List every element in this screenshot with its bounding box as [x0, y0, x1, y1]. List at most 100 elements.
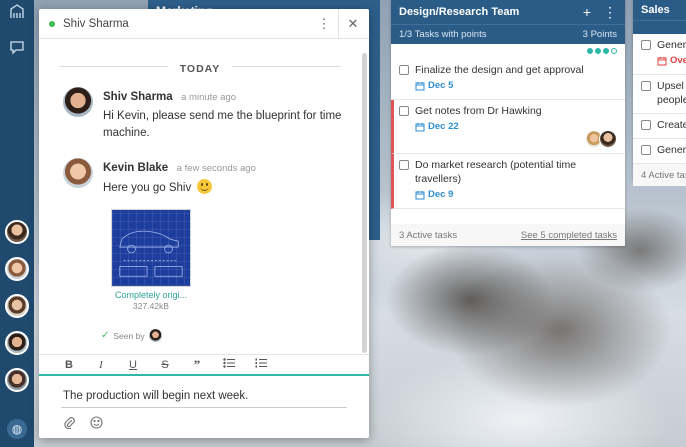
column-header: Design/Research Team + ⋮: [391, 0, 625, 24]
underline-button[interactable]: U: [127, 359, 139, 371]
task-title-line2: people: [657, 94, 686, 106]
message-text: Here you go Shiv: [103, 182, 192, 194]
progress-dot: [595, 48, 601, 54]
task-title: Finalize the design and get approval: [415, 64, 584, 76]
day-separator-label: TODAY: [167, 63, 233, 75]
check-icon: ✓: [101, 330, 110, 341]
task-assignees: [585, 130, 617, 148]
italic-button[interactable]: I: [95, 359, 107, 371]
due-date-label: Dec 9: [428, 189, 454, 200]
column-summary: 1/3 Tasks with points 3 Points: [391, 24, 625, 44]
task-card[interactable]: Gener Ove: [633, 34, 686, 75]
task-title: Get notes from Dr Hawking: [415, 105, 542, 117]
more-vertical-icon[interactable]: ⋮: [603, 4, 617, 21]
avatar[interactable]: [5, 331, 29, 355]
calendar-icon: [415, 123, 425, 132]
due-date-label: Dec 5: [428, 80, 454, 91]
task-checkbox[interactable]: [641, 40, 651, 50]
chat-window: Shiv Sharma ⋮ ✕ TODAY Shiv Sharma a minu…: [39, 8, 369, 438]
active-tasks-count: 4 Active tasks: [641, 169, 686, 181]
seen-label: Seen by: [113, 330, 145, 341]
column-title: Design/Research Team: [399, 6, 520, 18]
task-checkbox[interactable]: [399, 160, 409, 170]
avatar[interactable]: [5, 294, 29, 318]
file-name-link[interactable]: Completely origi...: [111, 290, 191, 300]
blueprint-thumbnail[interactable]: [111, 209, 191, 287]
task-checkbox[interactable]: [399, 65, 409, 75]
column-footer: 4 Active tasks: [633, 164, 686, 186]
task-checkbox[interactable]: [641, 120, 651, 130]
task-card[interactable]: Gener: [633, 139, 686, 164]
composer-actions: [39, 408, 369, 432]
left-rail: ◍: [0, 0, 34, 447]
message-list: TODAY Shiv Sharma a minute ago Hi Kevin,…: [39, 39, 361, 354]
message: Kevin Blake a few seconds ago Here you g…: [39, 158, 361, 197]
chat-bubble-icon[interactable]: [8, 38, 26, 56]
calendar-icon: [415, 191, 425, 200]
file-size: 327.42kB: [133, 301, 169, 311]
task-due-date: Ove: [657, 54, 686, 68]
avatar[interactable]: [63, 158, 93, 188]
design-research-column: Design/Research Team + ⋮ 1/3 Tasks with …: [391, 0, 625, 246]
column-title: Sales: [641, 4, 670, 16]
task-title: Create: [657, 119, 686, 131]
emoji-picker-icon[interactable]: [90, 416, 103, 432]
smile-emoji-icon: [197, 179, 213, 194]
chat-title: Shiv Sharma: [63, 17, 129, 30]
day-separator: TODAY: [59, 59, 341, 75]
avatar[interactable]: [5, 220, 29, 244]
progress-dot: [587, 48, 593, 54]
tasks-with-points: 1/3 Tasks with points: [399, 29, 487, 40]
task-card[interactable]: Do market research (potential time trave…: [391, 154, 625, 209]
numbered-list-icon[interactable]: [255, 358, 267, 371]
active-tasks-count: 3 Active tasks: [399, 229, 458, 241]
more-vertical-icon[interactable]: ⋮: [314, 16, 334, 32]
avatar: [148, 329, 162, 342]
progress-dots: [391, 44, 625, 59]
task-title: Gener: [657, 144, 686, 156]
bullet-list-icon[interactable]: [223, 358, 235, 371]
task-card[interactable]: Upsel people: [633, 75, 686, 114]
message-composer: B I U S ”: [39, 354, 369, 438]
quote-button[interactable]: ”: [191, 357, 203, 373]
attachment-icon[interactable]: [63, 416, 76, 432]
message-time: a few seconds ago: [176, 163, 256, 174]
calendar-icon: [415, 82, 425, 91]
message-input[interactable]: [61, 384, 347, 408]
due-date-label: Dec 22: [428, 121, 459, 132]
progress-dot: [603, 48, 609, 54]
scrollbar[interactable]: [362, 53, 367, 353]
task-card[interactable]: Create: [633, 114, 686, 139]
message: Shiv Sharma a minute ago Hi Kevin, pleas…: [39, 87, 361, 142]
message-author: Shiv Sharma: [103, 91, 173, 103]
seen-indicator: ✓ Seen by: [101, 329, 361, 342]
strikethrough-button[interactable]: S: [159, 359, 171, 371]
task-title: Do market research (potential time trave…: [415, 159, 577, 185]
close-icon[interactable]: ✕: [343, 16, 363, 32]
avatar[interactable]: [63, 87, 93, 117]
task-list: Finalize the design and get approval Dec …: [391, 59, 625, 209]
avatar[interactable]: [599, 130, 617, 148]
task-checkbox[interactable]: [399, 106, 409, 116]
see-completed-link[interactable]: See 5 completed tasks: [521, 230, 617, 241]
task-checkbox[interactable]: [641, 81, 651, 91]
organization-icon[interactable]: [8, 2, 26, 20]
sales-column: Sales Gener Ove Upsel people Create Gene…: [633, 0, 686, 186]
avatar[interactable]: [5, 368, 29, 392]
message-text: Hi Kevin, please send me the blueprint f…: [103, 110, 342, 139]
add-task-button[interactable]: +: [583, 4, 591, 20]
task-checkbox[interactable]: [641, 145, 651, 155]
message-text-wrap: Here you go Shiv: [103, 179, 351, 197]
file-attachment[interactable]: Completely origi... 327.42kB: [111, 209, 191, 311]
message-time: a minute ago: [181, 92, 237, 103]
column-header: Sales: [633, 0, 686, 20]
bold-button[interactable]: B: [63, 359, 75, 371]
avatar[interactable]: [5, 257, 29, 281]
formatting-toolbar: B I U S ”: [39, 354, 369, 376]
task-card[interactable]: Get notes from Dr Hawking Dec 22: [391, 100, 625, 154]
progress-dot: [611, 48, 617, 54]
task-card[interactable]: Finalize the design and get approval Dec …: [391, 59, 625, 100]
message-author: Kevin Blake: [103, 162, 169, 174]
task-title: Upsel: [657, 80, 684, 92]
globe-icon[interactable]: ◍: [7, 419, 27, 439]
